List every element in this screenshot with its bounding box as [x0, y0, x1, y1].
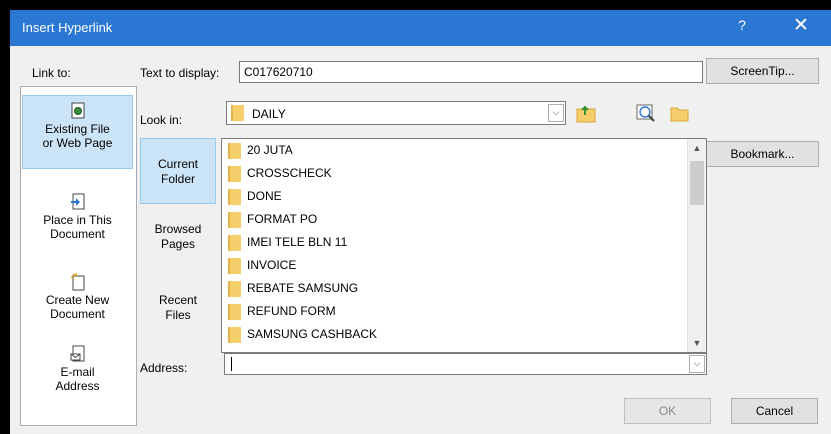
folder-icon	[228, 326, 241, 343]
link-existing-file[interactable]: Existing File or Web Page	[22, 95, 133, 169]
list-item[interactable]: INVOICE	[228, 255, 296, 275]
create-new-document-icon	[70, 273, 84, 291]
open-folder-icon	[670, 107, 689, 122]
file-name: CROSSCHECK	[247, 166, 332, 180]
tab-current-folder[interactable]: Current Folder	[140, 138, 216, 204]
browse-web-icon	[636, 104, 655, 122]
close-button[interactable]: ✕	[788, 15, 814, 37]
list-item[interactable]: REBATE SAMSUNG	[228, 278, 358, 298]
bookmark-button[interactable]: Bookmark...	[706, 141, 819, 167]
email-address-icon	[70, 345, 84, 362]
file-list[interactable]: 20 JUTA CROSSCHECK DONE FORMAT PO IMEI T…	[221, 138, 707, 353]
folder-icon	[228, 280, 241, 297]
insert-hyperlink-dialog: Insert Hyperlink ? ✕ Link to: Existing F…	[10, 10, 831, 434]
address-combo[interactable]: ⌵	[224, 353, 707, 375]
file-name: REBATE SAMSUNG	[247, 281, 359, 295]
chevron-down-icon[interactable]: ⌵	[548, 104, 564, 122]
file-name: SAMSUNG CASHBACK	[247, 327, 378, 341]
list-item[interactable]: REFUND FORM	[228, 301, 336, 321]
file-name: IMEI TELE BLN 11	[247, 235, 348, 249]
cancel-button[interactable]: Cancel	[731, 398, 818, 424]
list-item[interactable]: FORMAT PO	[228, 209, 317, 229]
file-name: 20 JUTA	[247, 143, 293, 157]
link-place-in-document[interactable]: Place in This Document	[23, 193, 132, 253]
tab-recent-line1: Recent	[158, 293, 198, 307]
link-create-line2: Document	[50, 307, 105, 321]
look-in-tabs: Current Folder Browsed Pages Recent File…	[140, 138, 217, 353]
tab-recent-line2: Files	[165, 308, 191, 322]
link-place-line2: Document	[50, 227, 105, 241]
list-item[interactable]: IMEI TELE BLN 11	[228, 232, 347, 252]
link-existing-file-line2: or Web Page	[42, 136, 113, 150]
link-existing-file-line1: Existing File	[45, 122, 110, 136]
tab-current-line1: Current	[157, 157, 198, 171]
scroll-thumb[interactable]	[690, 161, 704, 205]
look-in-label: Look in:	[140, 113, 183, 127]
list-item[interactable]: CROSSCHECK	[228, 163, 332, 183]
browse-file-button[interactable]	[669, 102, 691, 124]
link-email-line2: Address	[55, 379, 100, 393]
title-bar: Insert Hyperlink ? ✕	[10, 10, 831, 46]
help-button[interactable]: ?	[732, 17, 752, 33]
tab-recent-files[interactable]: Recent Files	[140, 293, 216, 343]
ok-button[interactable]: OK	[624, 398, 711, 424]
file-name: FORMAT PO	[247, 212, 318, 226]
tab-current-line2: Folder	[160, 172, 195, 186]
folder-icon	[228, 234, 241, 251]
look-in-combo[interactable]: DAILY ⌵	[226, 101, 566, 125]
link-create-new-document[interactable]: Create New Document	[23, 273, 132, 333]
address-label: Address:	[140, 361, 188, 375]
link-email-line1: E-mail	[60, 365, 95, 379]
place-in-document-icon	[70, 193, 84, 210]
list-item[interactable]: DONE	[228, 186, 282, 206]
text-to-display-input[interactable]: C017620710	[239, 61, 703, 83]
chevron-down-icon[interactable]: ⌵	[689, 355, 705, 373]
text-to-display-label: Text to display:	[140, 66, 220, 80]
screentip-button[interactable]: ScreenTip...	[706, 58, 819, 84]
folder-icon	[231, 105, 244, 121]
folder-icon	[228, 303, 241, 320]
tab-browsed-pages[interactable]: Browsed Pages	[140, 222, 216, 272]
dialog-title: Insert Hyperlink	[22, 20, 113, 35]
link-email-address[interactable]: E-mail Address	[23, 345, 132, 405]
link-to-label: Link to:	[32, 66, 71, 80]
folder-icon	[228, 211, 241, 228]
file-name: DONE	[247, 189, 282, 203]
folder-icon	[228, 257, 241, 274]
up-folder-icon	[576, 105, 596, 123]
existing-file-icon	[71, 102, 84, 119]
folder-icon	[228, 142, 241, 159]
tab-browsed-line1: Browsed	[154, 222, 202, 236]
link-create-line1: Create New	[45, 293, 110, 307]
tab-browsed-line2: Pages	[160, 237, 196, 251]
file-name: REFUND FORM	[247, 304, 336, 318]
folder-icon	[228, 165, 241, 182]
browse-web-button[interactable]	[635, 102, 657, 124]
scroll-up-icon[interactable]: ▲	[688, 139, 706, 157]
text-caret	[231, 357, 232, 371]
file-name: INVOICE	[247, 258, 297, 272]
scroll-down-icon[interactable]: ▼	[688, 334, 706, 352]
vertical-scrollbar[interactable]: ▲ ▼	[687, 139, 706, 352]
list-item[interactable]: 20 JUTA	[228, 140, 293, 160]
look-in-value: DAILY	[252, 107, 286, 121]
link-to-panel: Existing File or Web Page Place in This …	[20, 86, 137, 426]
up-folder-button[interactable]	[575, 102, 597, 124]
folder-icon	[228, 188, 241, 205]
link-place-line1: Place in This	[43, 213, 112, 227]
list-item[interactable]: SAMSUNG CASHBACK	[228, 324, 377, 344]
